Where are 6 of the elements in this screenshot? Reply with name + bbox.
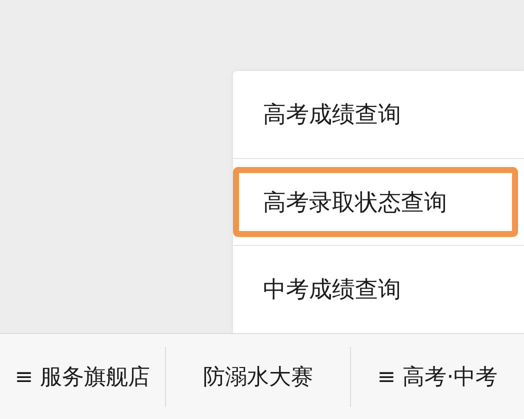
bottom-menu-item[interactable]: ≡ 高考·中考	[377, 362, 498, 392]
menu-item[interactable]: 高考录取状态查询	[233, 166, 518, 238]
menu-item[interactable]: 中考成绩查询	[233, 254, 518, 326]
bottom-menu-item[interactable]: 防溺水大赛	[203, 362, 313, 392]
menu-item[interactable]: 高考成绩查询	[233, 79, 518, 150]
bottom-menu-item[interactable]: ≡ 服务旗舰店	[14, 362, 150, 392]
